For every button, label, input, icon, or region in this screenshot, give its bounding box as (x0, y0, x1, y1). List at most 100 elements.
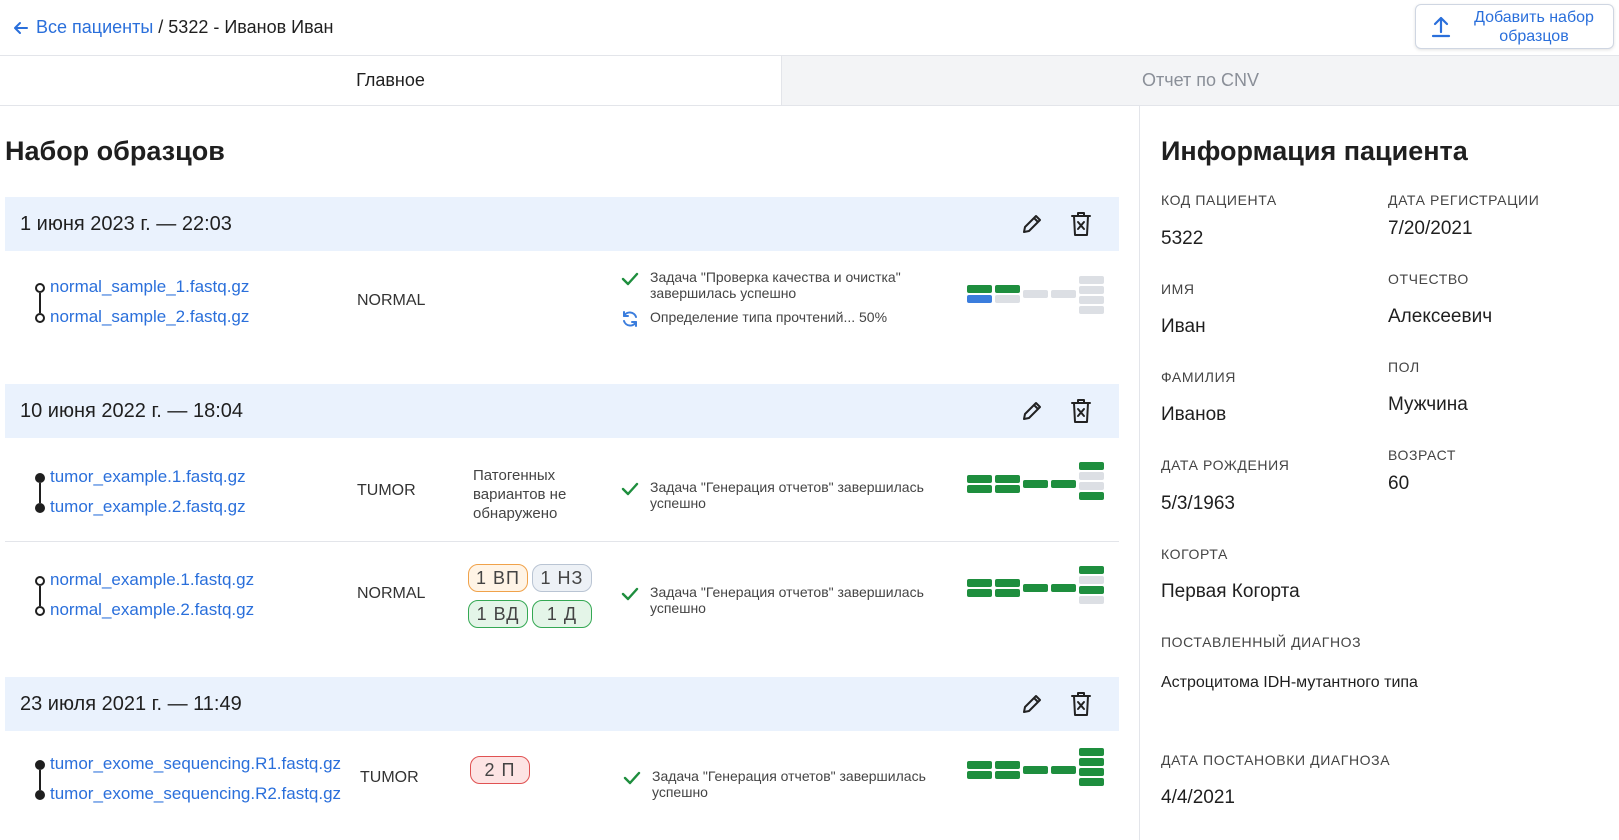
task-status: Задача "Генерация отчетов" завершилась у… (620, 479, 950, 511)
sample-type: NORMAL (357, 292, 426, 309)
sample-row: normal_example.1.fastq.gz normal_example… (5, 542, 1119, 652)
filled-dot-icon (35, 503, 45, 513)
last-name-label: ФАМИЛИЯ (1161, 369, 1236, 385)
variant-badge[interactable]: 2 П (470, 756, 530, 784)
registration-date-value: 7/20/2021 (1388, 218, 1473, 239)
sex-value: Мужчина (1388, 394, 1468, 415)
breadcrumb-current: 5322 - Иванов Иван (168, 17, 334, 37)
variant-badge[interactable]: 1 ВП (468, 564, 528, 592)
file-link[interactable]: normal_example.1.fastq.gz (50, 570, 254, 590)
check-icon (621, 272, 639, 286)
group-date: 23 июля 2021 г. — 11:49 (20, 692, 242, 715)
sample-type: TUMOR (360, 769, 419, 786)
file-link[interactable]: tumor_exome_sequencing.R1.fastq.gz (50, 754, 341, 774)
variant-badge[interactable]: 1 Д (532, 600, 592, 628)
delete-button[interactable] (1067, 210, 1095, 238)
samples-title: Набор образцов (5, 136, 225, 166)
task-status: Задача "Генерация отчетов" завершилась у… (620, 584, 950, 616)
edit-button[interactable] (1018, 397, 1046, 425)
variant-badge[interactable]: 1 НЗ (532, 564, 592, 592)
status-text: Задача "Проверка качества и очистка" зав… (650, 269, 901, 301)
sample-row: tumor_exome_sequencing.R1.fastq.gz tumor… (5, 731, 1119, 836)
edit-button[interactable] (1018, 210, 1046, 238)
tab-bar: Главное Отчет по CNV (0, 56, 1619, 106)
patronymic-label: ОТЧЕСТВО (1388, 271, 1469, 287)
sample-group-header: 1 июня 2023 г. — 22:03 (5, 197, 1119, 251)
sample-row: normal_sample_1.fastq.gz normal_sample_2… (5, 252, 1119, 356)
diagnosis-date-label: ДАТА ПОСТАНОВКИ ДИАГНОЗА (1161, 752, 1391, 768)
arrow-left-icon (14, 21, 28, 34)
patient-code-value: 5322 (1161, 228, 1204, 249)
breadcrumb: Все пациенты / 5322 - Иванов Иван (12, 17, 333, 38)
patient-info-panel: Информация пациента КОД ПАЦИЕНТА 5322 ДА… (1141, 106, 1619, 840)
pencil-icon (1023, 695, 1041, 713)
delete-button[interactable] (1067, 690, 1095, 718)
age-value: 60 (1388, 473, 1410, 494)
add-sample-set-button[interactable]: Добавить набор образцов (1415, 4, 1614, 49)
file-pair-connector (35, 473, 45, 513)
sample-type: NORMAL (357, 585, 426, 602)
top-bar: Все пациенты / 5322 - Иванов Иван Добави… (0, 0, 1619, 56)
registration-date-label: ДАТА РЕГИСТРАЦИИ (1388, 192, 1540, 208)
file-link[interactable]: normal_sample_1.fastq.gz (50, 277, 249, 297)
status-text: Задача "Генерация отчетов" завершилась у… (650, 479, 924, 511)
breadcrumb-separator: / (158, 17, 164, 37)
file-link[interactable]: tumor_exome_sequencing.R2.fastq.gz (50, 784, 341, 804)
open-dot-icon (35, 606, 45, 616)
cohort-label: КОГОРТА (1161, 546, 1228, 562)
filled-dot-icon (35, 473, 45, 483)
patronymic-value: Алексеевич (1388, 306, 1493, 327)
edit-button[interactable] (1018, 690, 1046, 718)
diagnosis-date-value: 4/4/2021 (1161, 787, 1235, 808)
diagnosis-value: Астроцитома IDH-мутантного типа (1161, 674, 1418, 691)
tab-cnv-report[interactable]: Отчет по CNV (782, 56, 1619, 105)
file-pair-connector (35, 760, 45, 800)
upload-icon (1431, 16, 1451, 37)
delete-button[interactable] (1067, 397, 1095, 425)
group-date: 1 июня 2023 г. — 22:03 (20, 212, 232, 235)
samples-panel: Набор образцов 1 июня 2023 г. — 22:03 no… (0, 106, 1140, 840)
last-name-value: Иванов (1161, 404, 1227, 425)
file-link[interactable]: normal_sample_2.fastq.gz (50, 307, 249, 327)
task-status: Задача "Проверка качества и очистка" зав… (620, 269, 950, 301)
file-pair-connector (35, 576, 45, 616)
sample-group-header: 10 июня 2022 г. — 18:04 (5, 384, 1119, 438)
sample-group-header: 23 июля 2021 г. — 11:49 (5, 677, 1119, 731)
file-link[interactable]: tumor_example.1.fastq.gz (50, 467, 246, 487)
sample-row: tumor_example.1.fastq.gz tumor_example.2… (5, 438, 1119, 542)
filled-dot-icon (35, 760, 45, 770)
first-name-label: ИМЯ (1161, 281, 1195, 297)
birth-date-value: 5/3/1963 (1161, 493, 1235, 514)
open-dot-icon (35, 283, 45, 293)
open-dot-icon (35, 576, 45, 586)
back-to-patients-link[interactable]: Все пациенты (12, 17, 153, 38)
first-name-value: Иван (1161, 316, 1206, 337)
sync-icon (623, 311, 637, 327)
pencil-icon (1023, 215, 1041, 233)
open-dot-icon (35, 313, 45, 323)
birth-date-label: ДАТА РОЖДЕНИЯ (1161, 457, 1290, 473)
file-link[interactable]: tumor_example.2.fastq.gz (50, 497, 246, 517)
check-icon (621, 587, 639, 601)
status-text: Задача "Генерация отчетов" завершилась у… (652, 768, 926, 800)
back-link-label: Все пациенты (36, 17, 154, 37)
check-icon (623, 771, 641, 785)
patient-code-label: КОД ПАЦИЕНТА (1161, 192, 1277, 208)
task-status: Определение типа прочтений... 50% (620, 309, 950, 328)
pencil-icon (1023, 402, 1041, 420)
age-label: ВОЗРАСТ (1388, 447, 1457, 463)
sample-type: TUMOR (357, 482, 416, 499)
status-text: Определение типа прочтений... 50% (650, 309, 888, 325)
status-text: Задача "Генерация отчетов" завершилась у… (650, 584, 924, 616)
variants-summary: Патогенных вариантов не обнаружено (473, 467, 567, 522)
file-link[interactable]: normal_example.2.fastq.gz (50, 600, 254, 620)
task-status: Задача "Генерация отчетов" завершилась у… (622, 768, 952, 800)
diagnosis-label: ПОСТАВЛЕННЫЙ ДИАГНОЗ (1161, 634, 1362, 650)
tab-main[interactable]: Главное (0, 56, 782, 105)
patient-info-title: Информация пациента (1161, 136, 1468, 166)
trash-icon (1071, 692, 1091, 716)
sex-label: ПОЛ (1388, 359, 1420, 375)
filled-dot-icon (35, 790, 45, 800)
variant-badge[interactable]: 1 ВД (468, 600, 528, 628)
file-pair-connector (35, 283, 45, 323)
